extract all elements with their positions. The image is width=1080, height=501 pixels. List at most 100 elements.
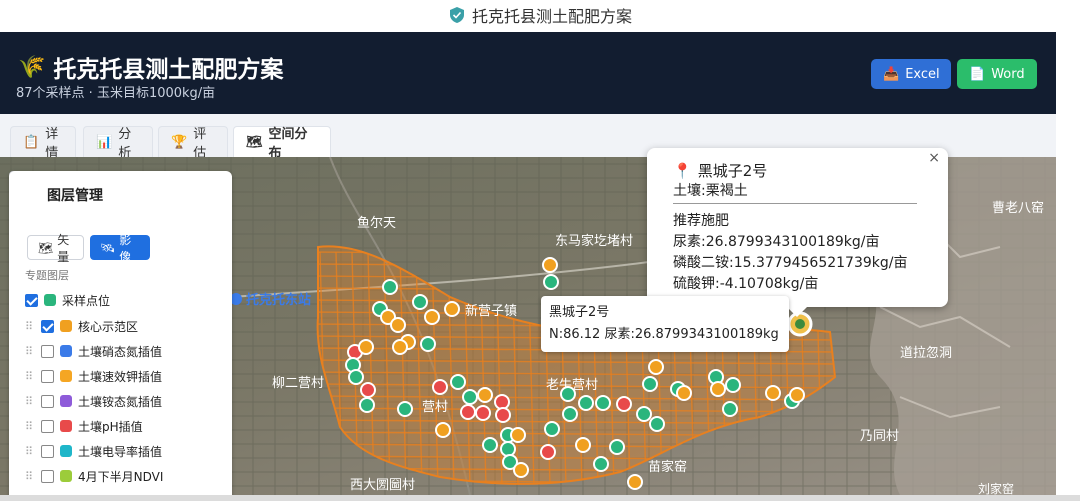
sample-point[interactable] <box>642 376 658 392</box>
sample-point[interactable] <box>560 386 576 402</box>
drag-handle-icon[interactable]: ⠿ <box>25 470 35 483</box>
sample-point[interactable] <box>477 387 493 403</box>
sample-point[interactable] <box>462 389 478 405</box>
sample-point[interactable] <box>648 359 664 375</box>
place-label: 新营子镇 <box>465 303 517 319</box>
drag-handle-icon[interactable]: ⠿ <box>25 320 35 333</box>
basemap-image-button[interactable]: 🛰 影像 <box>90 233 150 264</box>
close-icon[interactable]: × <box>928 150 940 166</box>
sample-point[interactable] <box>435 422 451 438</box>
sample-point[interactable] <box>460 404 476 420</box>
sample-point[interactable] <box>609 439 625 455</box>
place-label: 刘家窑 <box>978 481 1014 495</box>
sample-point[interactable] <box>676 385 692 401</box>
sample-point[interactable] <box>627 474 643 490</box>
trophy-icon: 🏆 <box>171 134 188 150</box>
sample-point[interactable] <box>495 407 511 423</box>
layer-checkbox[interactable] <box>41 469 54 483</box>
sample-point[interactable] <box>450 374 466 390</box>
pin-icon: 📍 <box>673 161 692 180</box>
place-label: 鱼尔天 <box>357 215 396 231</box>
layer-checkbox[interactable] <box>41 444 54 458</box>
drag-handle-icon[interactable]: ⠿ <box>25 445 35 458</box>
tab-spatial[interactable]: 🗺 空间分布 <box>233 126 331 161</box>
sample-point[interactable] <box>543 274 559 290</box>
layer-checkbox[interactable] <box>41 344 54 358</box>
sample-point[interactable] <box>710 381 726 397</box>
sample-point[interactable] <box>390 317 406 333</box>
layer-color-swatch <box>60 420 72 432</box>
sample-point[interactable] <box>475 405 491 421</box>
drag-handle-icon[interactable]: ⠿ <box>25 345 35 358</box>
sample-point[interactable] <box>616 396 632 412</box>
layer-checkbox[interactable] <box>25 293 38 307</box>
sample-point[interactable] <box>575 437 591 453</box>
sample-point[interactable] <box>513 462 529 478</box>
drag-handle-icon[interactable]: ⠿ <box>25 420 35 433</box>
sample-point[interactable] <box>542 257 558 273</box>
sample-point[interactable] <box>578 395 594 411</box>
sample-point[interactable] <box>593 456 609 472</box>
sample-point[interactable] <box>424 309 440 325</box>
popup-potash: 硫酸钾:-4.10708kg/亩 <box>673 276 819 292</box>
basemap-vector-label: 矢量 <box>57 232 70 264</box>
layer-item-sample-points[interactable]: 采样点位 <box>25 290 110 310</box>
sample-point[interactable] <box>510 427 526 443</box>
sample-point[interactable] <box>392 339 408 355</box>
horizontal-scrollbar[interactable] <box>0 495 1080 501</box>
sample-point[interactable] <box>397 401 413 417</box>
layer-item-ph[interactable]: ⠿ 土壤pH插值 <box>25 416 143 436</box>
tab-analysis[interactable]: 📊 分析 <box>83 126 153 161</box>
sample-point[interactable] <box>494 394 510 410</box>
layer-checkbox[interactable] <box>41 419 54 433</box>
sample-point[interactable] <box>358 339 374 355</box>
layer-checkbox[interactable] <box>41 369 54 383</box>
drag-handle-icon[interactable]: ⠿ <box>25 395 35 408</box>
sample-point[interactable] <box>722 401 738 417</box>
layer-checkbox[interactable] <box>41 394 54 408</box>
sample-point[interactable] <box>636 406 652 422</box>
sample-point[interactable] <box>725 377 741 393</box>
tab-evaluation[interactable]: 🏆 评估 <box>158 126 228 161</box>
layer-checkbox[interactable] <box>41 319 54 333</box>
sample-point[interactable] <box>765 385 781 401</box>
export-word-button[interactable]: 📄 Word <box>957 59 1037 89</box>
sample-point[interactable] <box>562 406 578 422</box>
sample-point[interactable] <box>444 301 460 317</box>
map-icon: 🗺 <box>246 134 263 150</box>
sample-point[interactable] <box>382 279 398 295</box>
sample-point[interactable] <box>412 294 428 310</box>
tooltip-name: 黑城子2号 <box>549 305 610 320</box>
place-label: 曹老八窑 <box>992 200 1044 216</box>
tab-details-label: 详情 <box>45 127 59 161</box>
sample-point[interactable] <box>544 421 560 437</box>
sample-point[interactable] <box>420 336 436 352</box>
tab-details[interactable]: 📋 详情 <box>10 126 76 161</box>
sample-point[interactable] <box>482 437 498 453</box>
layer-color-swatch <box>60 370 72 382</box>
drag-handle-icon[interactable]: ⠿ <box>25 370 35 383</box>
layer-item-conductivity[interactable]: ⠿ 土壤电导率插值 <box>25 441 162 461</box>
basemap-vector-button[interactable]: 🗺 矢量 <box>27 233 84 264</box>
sample-point[interactable] <box>348 369 364 385</box>
tab-evaluation-label: 评估 <box>193 127 207 161</box>
popup-soil: 土壤:栗褐土 <box>673 183 748 199</box>
sample-point[interactable] <box>789 387 805 403</box>
layer-item-ndvi[interactable]: ⠿ 4月下半月NDVI <box>25 466 163 486</box>
layer-item-nitrate[interactable]: ⠿ 土壤硝态氮插值 <box>25 341 162 361</box>
sample-point[interactable] <box>595 395 611 411</box>
sample-point[interactable] <box>360 382 376 398</box>
sample-point[interactable] <box>500 441 516 457</box>
place-label: 东马家圪堵村 <box>555 233 633 249</box>
sample-point[interactable] <box>432 379 448 395</box>
layer-item-ammonium[interactable]: ⠿ 土壤铵态氮插值 <box>25 391 162 411</box>
sample-point[interactable] <box>540 444 556 460</box>
layer-item-core-demo[interactable]: ⠿ 核心示范区 <box>25 316 138 336</box>
export-excel-button[interactable]: 📥 Excel <box>871 59 951 89</box>
layer-item-potassium[interactable]: ⠿ 土壤速效钾插值 <box>25 366 162 386</box>
wheat-icon: 🌾 <box>18 54 46 80</box>
tab-spatial-label: 空间分布 <box>268 127 308 161</box>
sample-point[interactable] <box>649 416 665 432</box>
shield-icon <box>449 7 464 23</box>
sample-point[interactable] <box>359 397 375 413</box>
